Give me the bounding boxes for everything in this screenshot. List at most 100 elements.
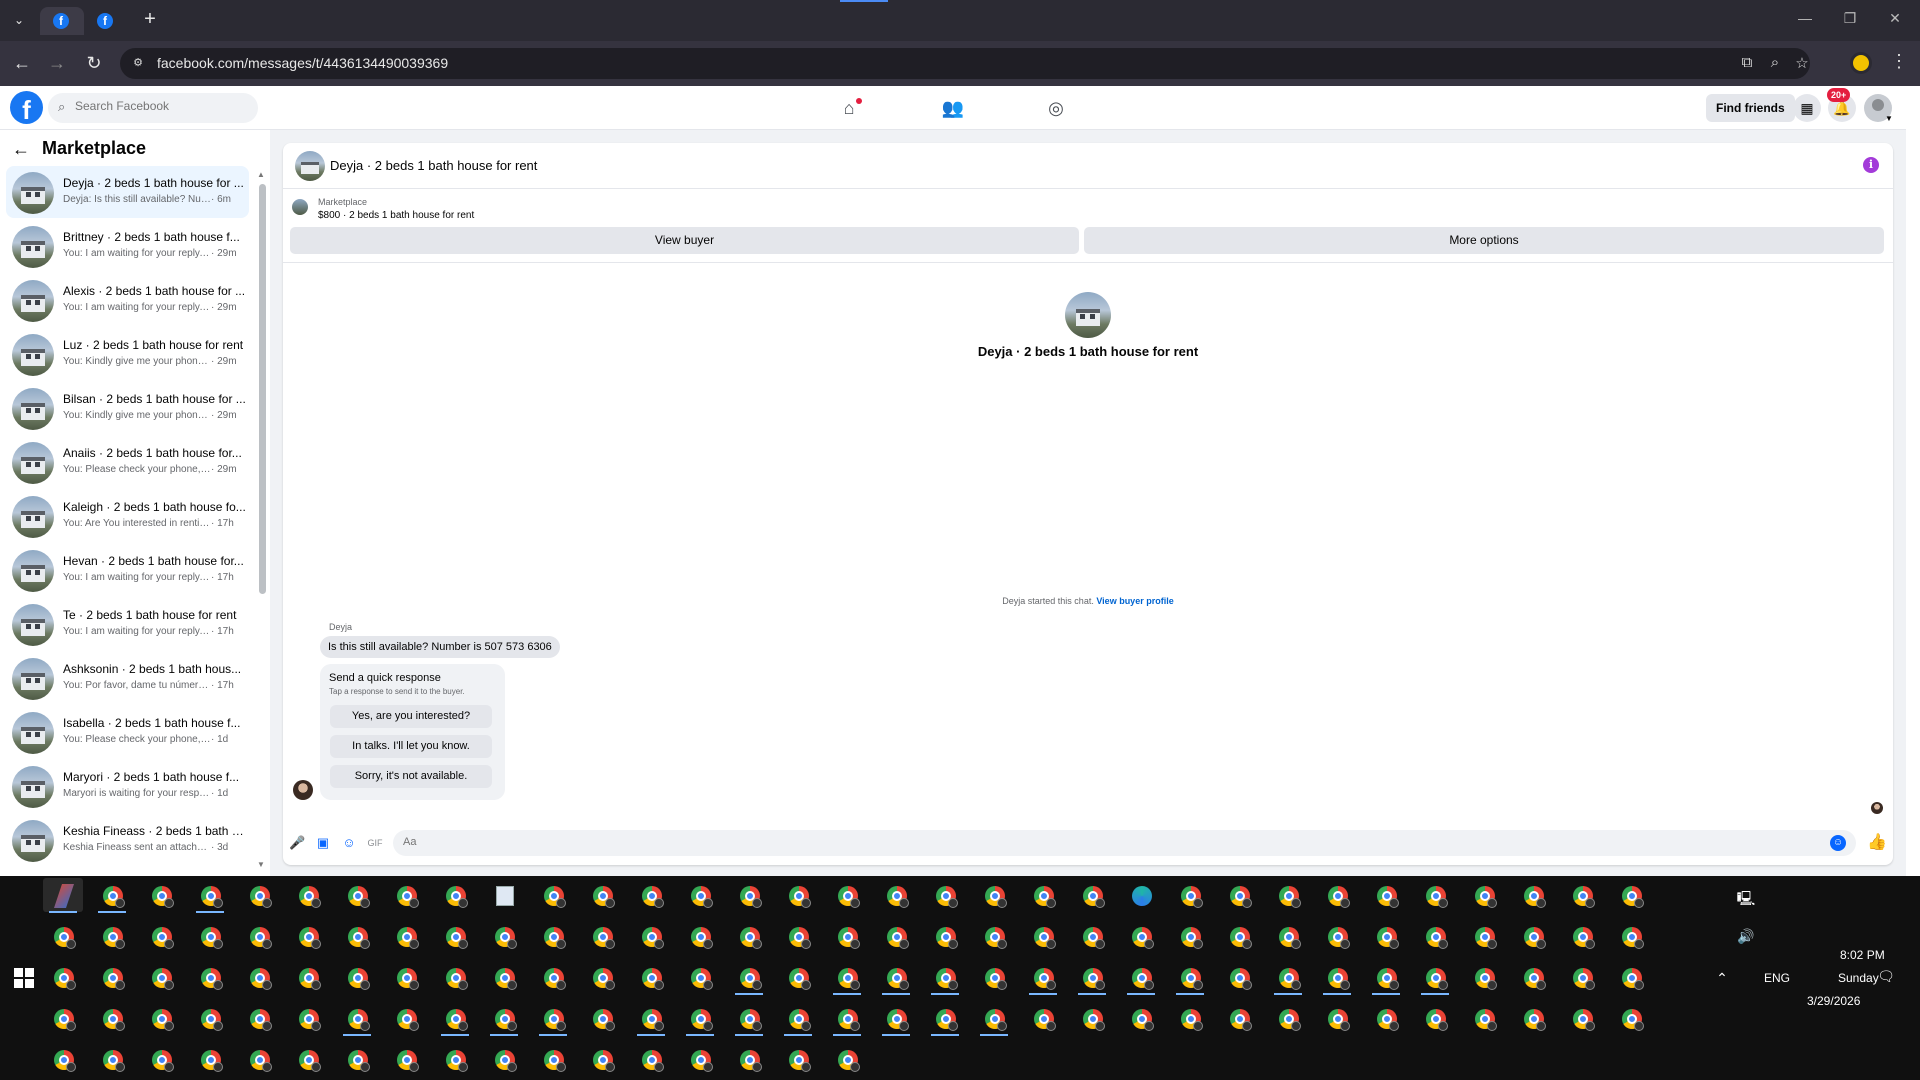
taskbar-chrome-icon[interactable] bbox=[1464, 1001, 1504, 1035]
taskbar-chrome-icon[interactable] bbox=[1513, 1001, 1553, 1035]
taskbar-chrome-icon[interactable] bbox=[386, 1042, 426, 1076]
page-scrollbar[interactable] bbox=[1906, 86, 1920, 876]
taskbar-chrome-icon[interactable] bbox=[1317, 919, 1357, 953]
taskbar-chrome-icon[interactable] bbox=[778, 1001, 818, 1036]
taskbar-chrome-icon[interactable] bbox=[1611, 1001, 1651, 1035]
taskbar-chrome-icon[interactable] bbox=[1072, 1001, 1112, 1035]
taskbar-chrome-icon[interactable] bbox=[141, 919, 181, 953]
taskbar-chrome-icon[interactable] bbox=[1366, 1001, 1406, 1035]
taskbar-chrome-icon[interactable] bbox=[876, 878, 916, 912]
taskbar-app-icon[interactable] bbox=[43, 878, 83, 913]
message-composer[interactable]: ☺ bbox=[393, 830, 1856, 856]
taskbar-chrome-icon[interactable] bbox=[1611, 960, 1651, 994]
taskbar-chrome-icon[interactable] bbox=[386, 960, 426, 994]
taskbar-chrome-icon[interactable] bbox=[92, 1001, 132, 1035]
taskbar-chrome-icon[interactable] bbox=[729, 960, 769, 995]
conversation-item[interactable]: Alexis · 2 beds 1 bath house for ... You… bbox=[6, 274, 249, 326]
taskbar-chrome-icon[interactable] bbox=[435, 960, 475, 994]
taskbar-chrome-icon[interactable] bbox=[1023, 1001, 1063, 1035]
taskbar-chrome-icon[interactable] bbox=[974, 1001, 1014, 1036]
taskbar-chrome-icon[interactable] bbox=[1219, 919, 1259, 953]
facebook-search[interactable]: ⌕ bbox=[48, 93, 258, 123]
taskbar-chrome-icon[interactable] bbox=[1464, 960, 1504, 994]
view-buyer-profile-link[interactable]: View buyer profile bbox=[1096, 596, 1173, 606]
conversation-item[interactable]: Hevan · 2 beds 1 bath house for... You: … bbox=[6, 544, 249, 596]
clock-day[interactable]: Sunday bbox=[1838, 971, 1879, 985]
conversation-item[interactable]: Kaleigh · 2 beds 1 bath house fo... You:… bbox=[6, 490, 249, 542]
taskbar-chrome-icon[interactable] bbox=[1415, 878, 1455, 912]
groups-icon[interactable]: ◎ bbox=[1043, 95, 1069, 121]
taskbar-chrome-icon[interactable] bbox=[1268, 1001, 1308, 1035]
tab-search-dropdown[interactable]: ⌄ bbox=[8, 9, 30, 31]
taskbar-chrome-icon[interactable] bbox=[827, 878, 867, 912]
taskbar-chrome-icon[interactable] bbox=[827, 1001, 867, 1036]
taskbar-chrome-icon[interactable] bbox=[631, 960, 671, 994]
taskbar-chrome-icon[interactable] bbox=[92, 1042, 132, 1076]
taskbar-chrome-icon[interactable] bbox=[435, 919, 475, 953]
taskbar-chrome-icon[interactable] bbox=[1317, 878, 1357, 912]
taskbar-chrome-icon[interactable] bbox=[1170, 1001, 1210, 1035]
message-input[interactable] bbox=[403, 836, 1803, 848]
taskbar-chrome-icon[interactable] bbox=[337, 878, 377, 912]
taskbar-chrome-icon[interactable] bbox=[239, 1042, 279, 1076]
taskbar-chrome-icon[interactable] bbox=[1513, 919, 1553, 953]
zoom-icon[interactable]: ⌕ bbox=[1765, 54, 1785, 71]
reload-icon[interactable]: ↻ bbox=[82, 52, 106, 76]
photo-icon[interactable]: ▣ bbox=[315, 835, 331, 851]
taskbar-chrome-icon[interactable] bbox=[337, 919, 377, 953]
emoji-icon[interactable]: ☺ bbox=[1830, 835, 1846, 851]
scrollbar-thumb[interactable] bbox=[259, 184, 266, 594]
find-friends-button[interactable]: Find friends bbox=[1706, 94, 1795, 122]
volume-icon[interactable]: 🔊 bbox=[1736, 928, 1756, 945]
taskbar-chrome-icon[interactable] bbox=[43, 1001, 83, 1035]
conversation-item[interactable]: Anaiis · 2 beds 1 bath house for... You:… bbox=[6, 436, 249, 488]
taskbar-chrome-icon[interactable] bbox=[1072, 878, 1112, 912]
taskbar-chrome-icon[interactable] bbox=[582, 919, 622, 953]
friends-icon[interactable]: 👥 bbox=[940, 95, 966, 121]
taskbar-chrome-icon[interactable] bbox=[386, 1001, 426, 1035]
taskbar-chrome-icon[interactable] bbox=[92, 919, 132, 953]
taskbar-chrome-icon[interactable] bbox=[680, 919, 720, 953]
conversation-item[interactable]: Brittney · 2 beds 1 bath house f... You:… bbox=[6, 220, 249, 272]
taskbar-chrome-icon[interactable] bbox=[386, 878, 426, 912]
conversation-item[interactable]: Isabella · 2 beds 1 bath house f... You:… bbox=[6, 706, 249, 758]
taskbar-chrome-icon[interactable] bbox=[1268, 919, 1308, 953]
sender-avatar[interactable] bbox=[293, 780, 313, 800]
taskbar-chrome-icon[interactable] bbox=[43, 960, 83, 994]
taskbar-chrome-icon[interactable] bbox=[141, 960, 181, 994]
taskbar-chrome-icon[interactable] bbox=[1121, 919, 1161, 953]
conversation-item[interactable]: Bilsan · 2 beds 1 bath house for ... You… bbox=[6, 382, 249, 434]
address-bar[interactable]: ⚙ facebook.com/messages/t/44361344900393… bbox=[120, 48, 1810, 79]
site-settings-icon[interactable]: ⚙ bbox=[130, 56, 146, 72]
taskbar-chrome-icon[interactable] bbox=[729, 878, 769, 912]
taskbar-chrome-icon[interactable] bbox=[1415, 1001, 1455, 1035]
taskbar-chrome-icon[interactable] bbox=[582, 1042, 622, 1076]
taskbar-chrome-icon[interactable] bbox=[1023, 960, 1063, 995]
taskbar-chrome-icon[interactable] bbox=[92, 878, 132, 913]
taskbar-chrome-icon[interactable] bbox=[533, 919, 573, 953]
sidebar-scrollbar[interactable]: ▲ ▼ bbox=[256, 170, 268, 870]
conversation-item[interactable]: Deyja · 2 beds 1 bath house for ... Deyj… bbox=[6, 166, 249, 218]
taskbar-chrome-icon[interactable] bbox=[1072, 960, 1112, 995]
taskbar-chrome-icon[interactable] bbox=[190, 1001, 230, 1035]
taskbar-chrome-icon[interactable] bbox=[484, 1042, 524, 1076]
view-buyer-button[interactable]: View buyer bbox=[290, 227, 1079, 254]
taskbar-chrome-icon[interactable] bbox=[1268, 878, 1308, 912]
clock-date[interactable]: 3/29/2026 bbox=[1807, 994, 1860, 1008]
cast-icon[interactable]: ⧉ bbox=[1737, 54, 1757, 71]
conversation-item[interactable]: Keshia Fineass · 2 beds 1 bath h... Kesh… bbox=[6, 814, 249, 866]
taskbar-chrome-icon[interactable] bbox=[484, 919, 524, 953]
taskbar-chrome-icon[interactable] bbox=[337, 1042, 377, 1076]
message-bubble[interactable]: Is this still available? Number is 507 5… bbox=[320, 636, 560, 658]
taskbar-chrome-icon[interactable] bbox=[1072, 919, 1112, 953]
taskbar-chrome-icon[interactable] bbox=[1562, 960, 1602, 994]
language-indicator[interactable]: ENG bbox=[1764, 971, 1790, 985]
like-thumbs-up-icon[interactable]: 👍 bbox=[1867, 832, 1887, 852]
back-arrow-icon[interactable]: ← bbox=[12, 139, 30, 160]
taskbar-chrome-icon[interactable] bbox=[974, 878, 1014, 912]
taskbar-chrome-icon[interactable] bbox=[1219, 1001, 1259, 1035]
clock-time[interactable]: 8:02 PM bbox=[1840, 948, 1885, 962]
microphone-icon[interactable]: 🎤 bbox=[289, 835, 305, 851]
taskbar-chrome-icon[interactable] bbox=[1464, 919, 1504, 953]
info-icon[interactable]: i bbox=[1863, 157, 1879, 173]
